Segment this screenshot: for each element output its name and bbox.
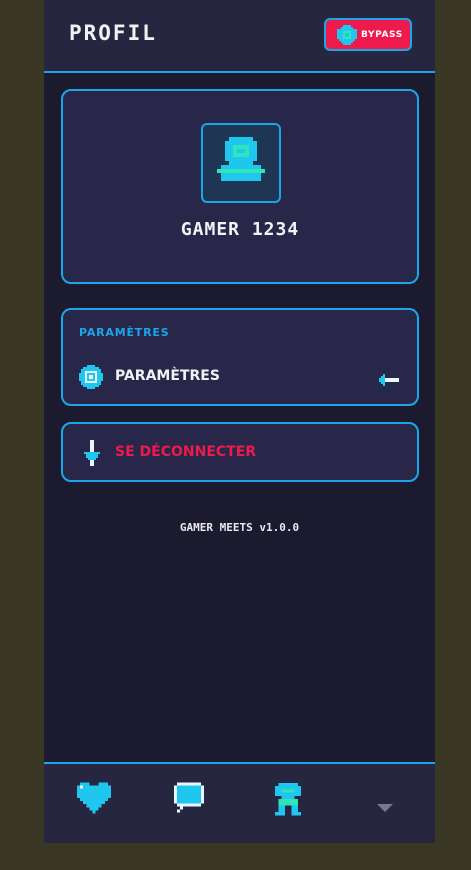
logout-label: SE DÉCONNECTER bbox=[115, 444, 257, 460]
bypass-label: BYPASS bbox=[361, 29, 403, 40]
profile-icon bbox=[275, 782, 301, 820]
heart-icon bbox=[77, 782, 111, 818]
settings-card: PARAMÈTRES PARAMÈTRES bbox=[61, 308, 419, 406]
gear-icon bbox=[79, 365, 103, 393]
user-avatar-icon bbox=[217, 137, 265, 189]
nav-item-profile[interactable] bbox=[275, 782, 301, 820]
arrow-left-icon bbox=[379, 371, 399, 390]
nav-item-likes[interactable] bbox=[77, 782, 111, 818]
gem-icon bbox=[337, 24, 357, 45]
nav-item-more[interactable] bbox=[376, 798, 394, 817]
app-version: GAMER MEETS v1.0.0 bbox=[179, 521, 300, 534]
chat-bubble-icon bbox=[174, 782, 204, 820]
settings-section-heading: PARAMÈTRES bbox=[79, 326, 170, 339]
app-screen: PROFIL BYPASS GAMER 1234 PARAMÈTRES PARA… bbox=[44, 0, 435, 843]
chevron-down-icon bbox=[376, 798, 394, 817]
logout-button[interactable]: SE DÉCONNECTER bbox=[61, 422, 419, 482]
nav-item-messages[interactable] bbox=[174, 782, 204, 820]
settings-item-label: PARAMÈTRES bbox=[115, 368, 220, 384]
username: GAMER 1234 bbox=[180, 219, 300, 240]
profile-card: GAMER 1234 bbox=[61, 89, 419, 284]
avatar[interactable] bbox=[201, 123, 281, 203]
settings-item[interactable]: PARAMÈTRES bbox=[63, 360, 417, 394]
page-title: PROFIL bbox=[69, 21, 157, 45]
sword-icon bbox=[84, 440, 100, 470]
top-header: PROFIL BYPASS bbox=[44, 0, 435, 73]
bottom-navigation bbox=[44, 762, 435, 843]
bypass-button[interactable]: BYPASS bbox=[324, 18, 412, 51]
